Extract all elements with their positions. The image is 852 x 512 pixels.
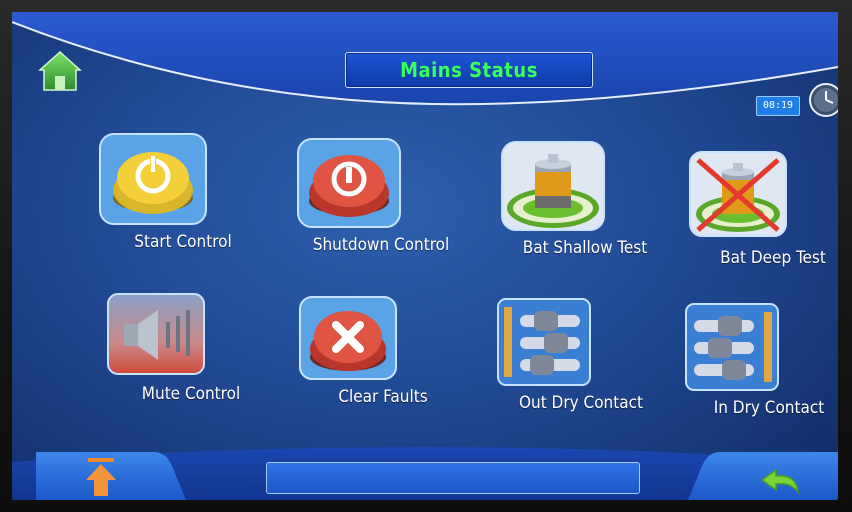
tile-label: Mute Control [141, 384, 241, 404]
tile-label: Bat Deep Test [720, 248, 826, 268]
battery-test-icon [501, 141, 605, 231]
mute-control-button[interactable]: Mute Control [106, 292, 276, 442]
output-dry-contact-icon [497, 298, 591, 386]
clock-icon[interactable] [808, 82, 838, 118]
home-icon[interactable] [38, 50, 82, 92]
clear-x-button-icon [299, 296, 397, 380]
power-on-button-icon [99, 133, 207, 225]
time-display: 08:19 [756, 96, 800, 116]
tile-label: Start Control [134, 232, 232, 252]
bat-shallow-test-button[interactable]: Bat Shallow Test [500, 140, 670, 290]
power-off-button-icon [297, 138, 401, 228]
battery-deep-test-disabled-icon [689, 151, 787, 237]
input-dry-contact-icon [685, 303, 779, 391]
page-up-button[interactable] [36, 452, 186, 500]
in-dry-contact-button[interactable]: In Dry Contact [684, 302, 838, 452]
tile-label: Bat Shallow Test [522, 238, 648, 258]
shutdown-control-button[interactable]: Shutdown Control [296, 137, 466, 287]
start-control-button[interactable]: Start Control [98, 132, 268, 282]
speaker-mute-icon [107, 293, 205, 375]
status-bar [266, 462, 640, 494]
tile-label: In Dry Contact [713, 398, 825, 418]
tile-label: Clear Faults [338, 387, 428, 407]
title-box: Mains Status [345, 52, 593, 88]
clear-faults-button[interactable]: Clear Faults [298, 295, 468, 445]
tile-label: Out Dry Contact [518, 393, 644, 413]
touch-screen: Mains Status 08:19 Start Control Shutdow… [12, 12, 838, 500]
tile-label: Shutdown Control [312, 235, 450, 255]
out-dry-contact-button[interactable]: Out Dry Contact [496, 297, 666, 447]
page-title: Mains Status [400, 58, 538, 82]
bat-deep-test-button[interactable]: Bat Deep Test [688, 150, 838, 300]
back-button[interactable] [680, 452, 838, 500]
